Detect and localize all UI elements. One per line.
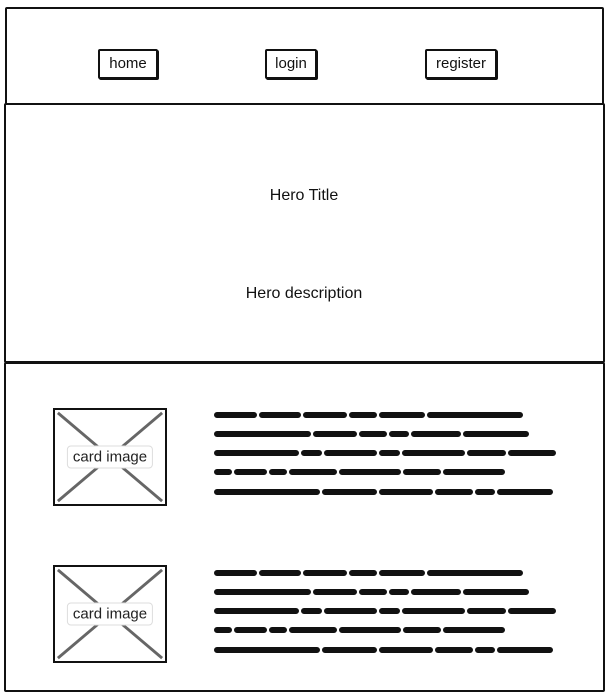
- card-image-label: card image: [66, 445, 154, 469]
- hero-title: Hero Title: [269, 187, 339, 204]
- card-text-scribble: [214, 570, 556, 653]
- card-image: card image: [53, 408, 167, 506]
- card-text-scribble: [214, 412, 556, 495]
- card-image-label: card image: [66, 602, 154, 626]
- card-image: card image: [53, 565, 167, 663]
- login-button[interactable]: login: [265, 49, 317, 79]
- hero-section: [4, 103, 605, 363]
- hero-description: Hero description: [245, 285, 363, 302]
- home-button[interactable]: home: [98, 49, 158, 79]
- register-button[interactable]: register: [425, 49, 497, 79]
